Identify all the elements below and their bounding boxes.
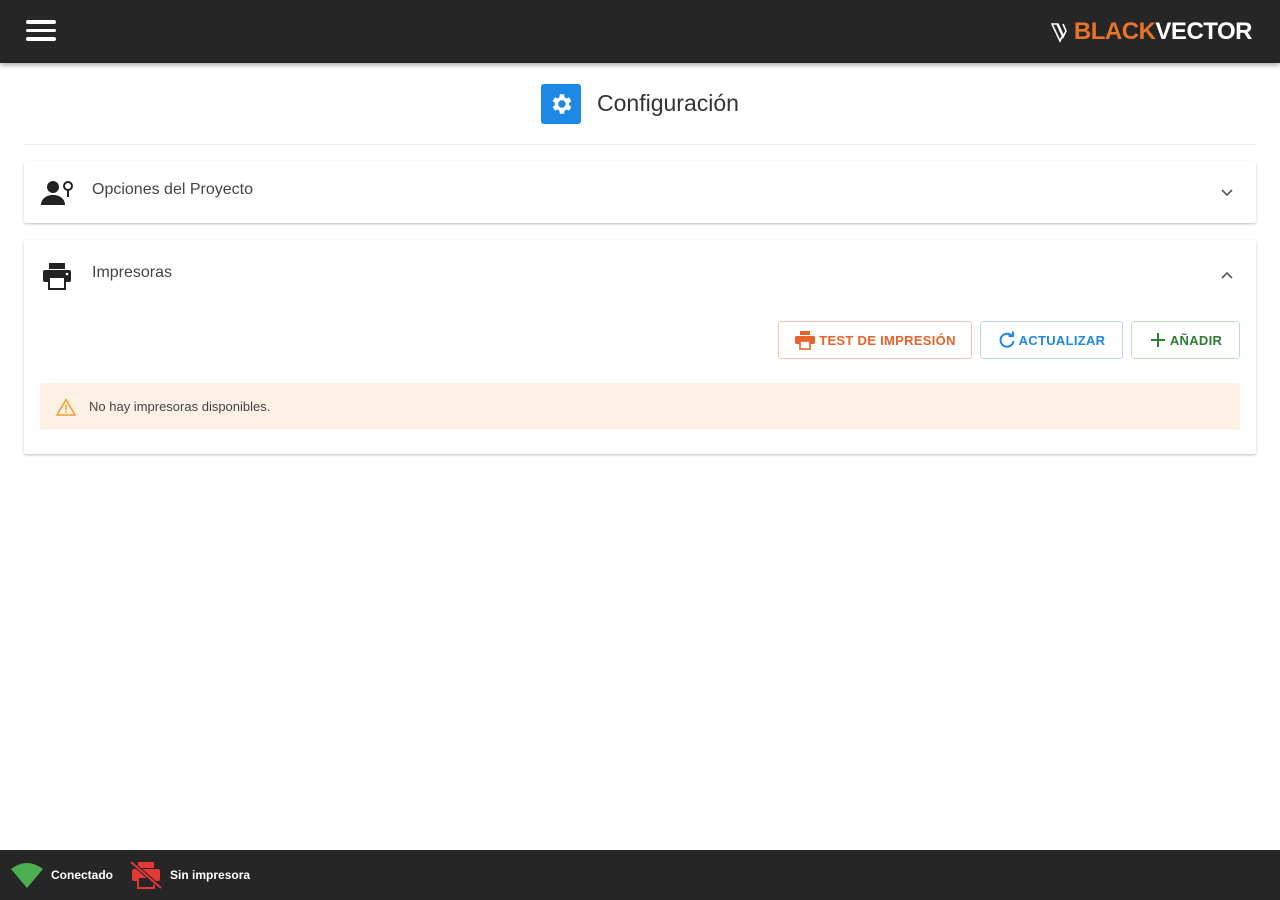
alert-message: No hay impresoras disponibles. <box>89 399 271 414</box>
panel-project-options: Opciones del Proyecto <box>24 162 1256 223</box>
test-print-button[interactable]: TEST DE IMPRESIÓN <box>778 321 972 359</box>
page-title: Configuración <box>597 90 739 116</box>
add-printer-button[interactable]: AÑADIR <box>1131 321 1240 359</box>
plus-icon <box>1150 333 1165 347</box>
wifi-icon <box>11 863 43 888</box>
connection-status: Conectado <box>10 861 113 889</box>
panel-printers-header[interactable]: Impresoras <box>24 240 1256 301</box>
app-topbar: BLACK VECTOR <box>0 0 1280 63</box>
printer-off-icon <box>129 860 163 890</box>
logo-text-vector: VECTOR <box>1155 18 1252 45</box>
user-settings-icon <box>41 181 73 205</box>
status-bar: Conectado Sin impresora <box>0 850 1280 900</box>
chevron-down-icon[interactable] <box>1220 186 1234 200</box>
panel-project-options-header[interactable]: Opciones del Proyecto <box>24 162 1256 223</box>
panel-project-options-title: Opciones del Proyecto <box>92 181 253 198</box>
printer-icon <box>43 263 71 290</box>
printer-status-label: Sin impresora <box>170 868 251 882</box>
add-printer-button-label: AÑADIR <box>1169 332 1223 348</box>
hamburger-menu-icon[interactable] <box>26 20 58 44</box>
printer-icon <box>795 331 816 350</box>
printer-status: Sin impresora <box>129 860 250 890</box>
logo-mark-icon <box>1050 23 1067 43</box>
refresh-button-label: ACTUALIZAR <box>1018 332 1106 348</box>
refresh-icon <box>999 331 1015 348</box>
logo-text-black: BLACK <box>1073 18 1156 45</box>
panel-printers-title: Impresoras <box>92 264 173 281</box>
page-header: Configuración <box>24 63 1256 145</box>
test-print-button-label: TEST DE IMPRESIÓN <box>819 332 956 348</box>
panel-printers: Impresoras TEST DE IMPRESIÓN ACTUALIZAR … <box>24 240 1256 454</box>
warning-icon <box>56 398 76 416</box>
connection-status-label: Conectado <box>51 868 114 882</box>
no-printers-alert: No hay impresoras disponibles. <box>40 383 1240 430</box>
gear-icon <box>541 83 582 124</box>
chevron-up-icon[interactable] <box>1220 268 1234 282</box>
refresh-button[interactable]: ACTUALIZAR <box>980 321 1123 359</box>
blackvector-logo: BLACK VECTOR <box>1050 18 1252 46</box>
